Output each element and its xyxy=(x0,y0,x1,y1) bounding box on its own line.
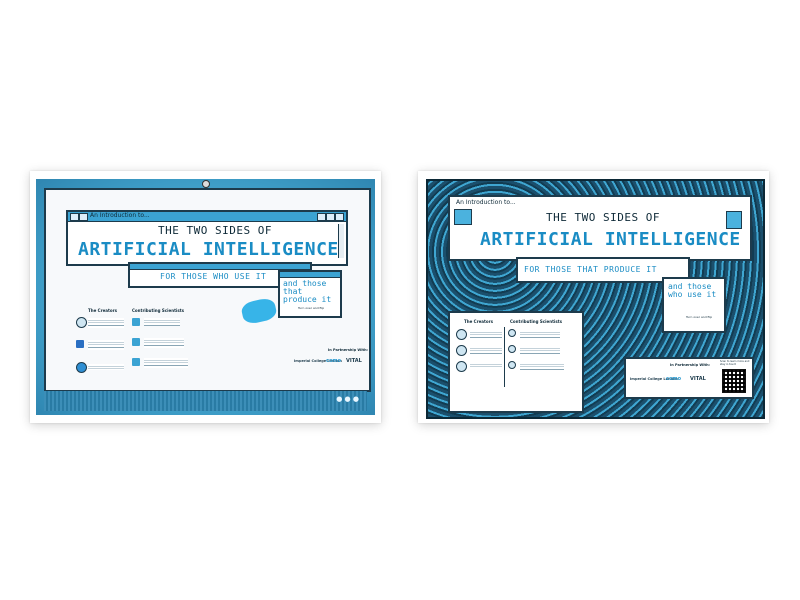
monitor-bezel: ● ● ● xyxy=(44,391,367,411)
creator-details xyxy=(470,346,502,354)
title-line-2: ARTIFICIAL INTELLIGENCE xyxy=(78,239,339,260)
contributor-details xyxy=(144,358,188,368)
chip-icon xyxy=(726,211,742,229)
window-menu-icon xyxy=(70,213,79,221)
partnership-label: In Partnership With: xyxy=(670,363,710,367)
monitor-frame: An Introduction to... THE TWO SIDES OF A… xyxy=(36,179,375,415)
creator-details xyxy=(88,340,124,350)
minimize-icon xyxy=(317,213,326,221)
creator-details xyxy=(88,318,124,328)
turn-over-note: Turn over and flip xyxy=(298,306,325,310)
contributor-details xyxy=(144,338,184,348)
window-menu-icon xyxy=(79,213,88,221)
creator-avatar xyxy=(456,329,467,340)
title-line-2: ARTIFICIAL INTELLIGENCE xyxy=(480,229,741,250)
chip-icon xyxy=(454,209,472,225)
side-note: and those that produce it xyxy=(283,279,332,304)
browser-icon xyxy=(76,362,87,373)
intro-text: An Introduction to... xyxy=(456,199,516,206)
monitor-buttons: ● ● ● xyxy=(336,395,359,403)
poster-card-producers[interactable]: An Introduction to... THE TWO SIDES OF A… xyxy=(418,171,769,423)
qr-caption: Scan to learn more and stay in touch xyxy=(720,360,750,366)
contributor-avatar xyxy=(508,361,516,369)
creator-avatar xyxy=(456,361,467,372)
partner-logo-vital: VITAL xyxy=(346,358,362,364)
circuit-background: An Introduction to... THE TWO SIDES OF A… xyxy=(426,179,765,419)
contributor-details xyxy=(520,362,564,372)
window-titlebar xyxy=(280,272,340,278)
intro-text: An Introduction to... xyxy=(90,212,150,219)
monitor-screen: An Introduction to... THE TWO SIDES OF A… xyxy=(44,188,371,392)
partner-logo-como: como xyxy=(326,358,342,364)
partner-logo-como: como xyxy=(666,376,682,382)
divider xyxy=(504,327,505,387)
webcam-icon xyxy=(202,180,210,188)
creator-details xyxy=(88,364,124,370)
contributor-details xyxy=(520,330,560,338)
subtitle: FOR THOSE WHO USE IT xyxy=(160,272,267,281)
folder-icon xyxy=(132,358,140,366)
window-titlebar: An Introduction to... xyxy=(68,212,346,222)
title-window: An Introduction to... THE TWO SIDES OF A… xyxy=(448,195,752,261)
maximize-icon xyxy=(326,213,335,221)
title-line-1: THE TWO SIDES OF xyxy=(546,211,660,224)
side-note: and those who use it xyxy=(668,282,717,299)
creator-avatar xyxy=(456,345,467,356)
partner-logo-vital: VITAL xyxy=(690,376,706,382)
creators-header: The Creators xyxy=(88,308,118,313)
creator-details xyxy=(470,362,502,368)
contributors-header: Contributing Scientists xyxy=(510,319,563,324)
creator-details xyxy=(470,330,502,338)
title-line-1: THE TWO SIDES OF xyxy=(158,224,272,237)
scrollbar xyxy=(338,224,344,258)
word-doc-icon xyxy=(76,340,84,348)
credits-panel: The Creators Contributing Scientists xyxy=(448,311,584,413)
subtitle: FOR THOSE THAT PRODUCE IT xyxy=(524,265,657,274)
starburst-badge xyxy=(240,296,278,326)
contributors-header: Contributing Scientists xyxy=(132,308,185,313)
poster-card-users[interactable]: An Introduction to... THE TWO SIDES OF A… xyxy=(30,171,381,423)
close-icon xyxy=(335,213,344,221)
folder-icon xyxy=(132,318,140,326)
partnership-label: In Partnership With: xyxy=(328,348,368,352)
contributor-avatar xyxy=(508,329,516,337)
title-window: An Introduction to... THE TWO SIDES OF A… xyxy=(66,210,348,266)
creators-header: The Creators xyxy=(464,319,494,324)
partnership-panel: In Partnership With: Imperial College Lo… xyxy=(624,357,754,399)
contributor-details xyxy=(144,318,180,326)
contributor-details xyxy=(520,346,560,354)
contributor-avatar xyxy=(508,345,516,353)
creator-avatar xyxy=(76,317,87,328)
folder-icon xyxy=(132,338,140,346)
side-note-window: and those that produce it Turn over and … xyxy=(278,270,342,318)
turn-over-note: Turn over and flip xyxy=(686,315,713,319)
side-note-window: and those who use it Turn over and flip xyxy=(662,277,726,333)
qr-code xyxy=(722,369,746,393)
